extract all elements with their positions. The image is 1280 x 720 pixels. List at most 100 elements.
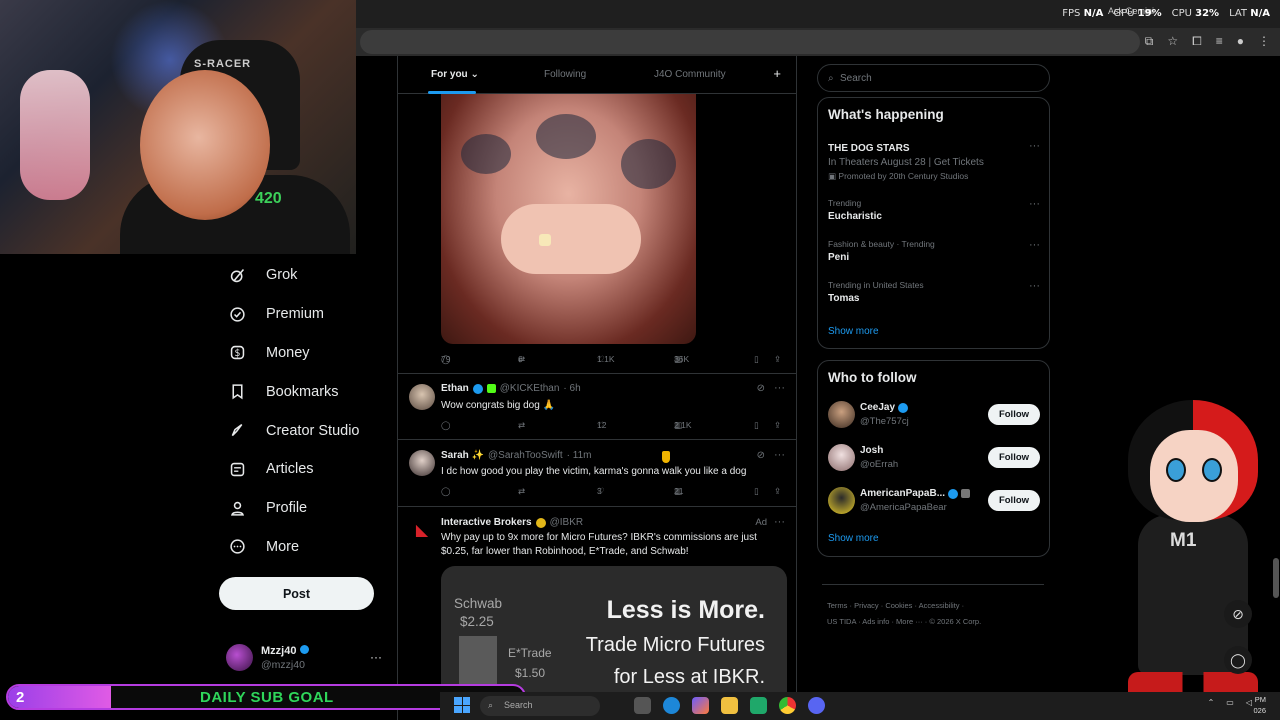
more-dots-icon[interactable]: ··· xyxy=(774,516,785,528)
nav-item-creator-studio[interactable]: Creator Studio xyxy=(220,411,390,450)
grok-icon[interactable]: ⊘ xyxy=(757,383,765,394)
follow-button[interactable]: Follow xyxy=(988,447,1040,468)
tweet-handle[interactable]: @IBKR xyxy=(550,517,584,528)
follow-name: Josh xyxy=(860,445,884,456)
chevron-up-icon[interactable]: ⌃ xyxy=(1208,698,1215,707)
verified-gold-icon xyxy=(535,517,546,528)
taskbar-clock[interactable]: PM 026 xyxy=(1253,694,1266,716)
nav-item-profile[interactable]: Profile xyxy=(220,489,390,528)
profile-avatar-icon[interactable]: ● xyxy=(1237,34,1244,49)
tweet-handle[interactable]: @SarahTooSwift xyxy=(488,450,563,461)
install-icon[interactable]: ⧉ xyxy=(1145,34,1154,49)
more-dots-icon[interactable]: ··· xyxy=(1029,198,1040,210)
tweet-time[interactable]: · 6h xyxy=(563,383,580,394)
trend-item[interactable]: THE DOG STARS In Theaters August 28 | Ge… xyxy=(828,140,1040,182)
ad-text-line: Why pay up to 9x more for Micro Futures?… xyxy=(441,532,757,543)
affiliate-badge-icon xyxy=(961,489,971,498)
scrollbar-thumb[interactable] xyxy=(1273,558,1279,598)
chrome-icon[interactable] xyxy=(779,697,796,714)
more-dots-icon[interactable]: ··· xyxy=(774,449,785,461)
follow-button[interactable]: Follow xyxy=(988,490,1040,511)
follow-suggestion[interactable]: CeeJay @The757cj Follow xyxy=(828,401,1040,431)
tweet-author[interactable]: Interactive Brokers xyxy=(441,517,532,528)
account-switcher[interactable]: Mzzj40 @mzzj40 ··· xyxy=(226,644,386,674)
mouse-cursor xyxy=(662,451,670,463)
performance-overlay: FPS N/A GPU 19% CPU 32% LAT N/A xyxy=(1062,8,1270,19)
taskbar-search[interactable]: ⌕ Search xyxy=(480,696,600,716)
task-view-icon[interactable] xyxy=(634,697,651,714)
nav-item-bookmarks[interactable]: Bookmarks xyxy=(220,372,390,411)
more-dots-icon[interactable]: ··· xyxy=(1029,239,1040,251)
address-bar[interactable] xyxy=(360,30,1140,54)
discord-icon[interactable] xyxy=(808,697,825,714)
trend-title: Eucharistic xyxy=(828,211,882,222)
footer-line[interactable]: Terms · Privacy · Cookies · Accessibilit… xyxy=(827,598,1047,614)
avatar[interactable]: ◣ xyxy=(409,517,435,543)
tab-following[interactable]: Following xyxy=(544,69,586,80)
follow-button[interactable]: Follow xyxy=(988,404,1040,425)
ad-card-price: $2.25 xyxy=(460,614,494,629)
edge-icon[interactable] xyxy=(663,697,680,714)
copilot-icon[interactable] xyxy=(692,697,709,714)
menu-icon[interactable]: ⋮ xyxy=(1258,34,1270,49)
divider xyxy=(822,584,1044,585)
bookmark-icon xyxy=(228,383,246,401)
avatar[interactable] xyxy=(828,444,855,471)
avatar[interactable] xyxy=(828,401,855,428)
nav-item-articles[interactable]: Articles xyxy=(220,450,390,489)
volume-icon[interactable]: ◁ xyxy=(1246,698,1252,707)
tweet-author[interactable]: Ethan xyxy=(441,383,469,394)
grok-icon[interactable]: ⊘ xyxy=(757,450,765,461)
article-icon xyxy=(228,460,246,478)
footer-links[interactable]: Terms · Privacy · Cookies · Accessibilit… xyxy=(827,598,1047,630)
footer-line[interactable]: US TIDA · Ads info · More ··· · © 2026 X… xyxy=(827,614,1047,630)
grok-icon[interactable]: ⊘ xyxy=(1224,600,1252,628)
trend-item[interactable]: Trending in United States Tomas ··· xyxy=(828,280,1040,304)
avatar[interactable] xyxy=(409,450,435,476)
trend-item[interactable]: Trending Eucharistic ··· xyxy=(828,198,1040,222)
follow-suggestion[interactable]: AmericanPapaB... @AmericaPapaBear Follow xyxy=(828,487,1040,517)
avatar[interactable] xyxy=(409,384,435,410)
post-actions: ◯ ⇄ ♡ 12 ▥ 2.1K ▯ ⇪ xyxy=(441,420,782,430)
post-actions: ◯ 79 ⇄ 6 ♡ 1.1K ▥ 36K ▯ ⇪ xyxy=(441,354,782,364)
xbox-icon[interactable] xyxy=(750,697,767,714)
message-icon[interactable]: ◯ xyxy=(1224,646,1252,674)
ad-card-subline: Trade Micro Futures xyxy=(585,634,765,656)
display-icon[interactable]: ▭ xyxy=(1226,698,1234,707)
add-tab-icon[interactable]: + xyxy=(773,66,781,81)
post-button[interactable]: Post xyxy=(219,577,374,610)
show-more-link[interactable]: Show more xyxy=(828,326,879,337)
search-input[interactable]: ⌕ Search xyxy=(817,64,1050,92)
file-explorer-icon[interactable] xyxy=(721,697,738,714)
tweet-sarah[interactable]: Sarah ✨ @SarahTooSwift · 11m ⊘ ··· I dc … xyxy=(398,440,796,507)
nav-item-money[interactable]: $ Money xyxy=(220,334,390,373)
tweet-ethan[interactable]: Ethan @KICKEthan · 6h ⊘ ··· Wow congrats… xyxy=(398,374,796,440)
avatar[interactable] xyxy=(828,487,855,514)
follow-handle: @AmericaPapaBear xyxy=(860,502,947,513)
trend-item[interactable]: Fashion & beauty · Trending Peni ··· xyxy=(828,239,1040,263)
extensions-icon[interactable]: ⧠ xyxy=(1192,34,1202,49)
windows-start-icon[interactable] xyxy=(454,697,470,713)
tweet-time[interactable]: · 11m xyxy=(567,450,592,461)
verified-icon xyxy=(472,383,483,394)
cpu-stat: CPU 32% xyxy=(1171,8,1220,19)
nav-item-premium[interactable]: Premium xyxy=(220,295,390,334)
tab-community[interactable]: J4O Community xyxy=(654,69,726,80)
tweet-author[interactable]: Sarah ✨ xyxy=(441,450,484,461)
tweet-handle[interactable]: @KICKEthan xyxy=(500,383,560,394)
nav-item-more[interactable]: More xyxy=(220,528,390,567)
follow-suggestion[interactable]: Josh @oErrah Follow xyxy=(828,444,1040,474)
star-icon[interactable]: ☆ xyxy=(1167,34,1178,49)
trend-title: THE DOG STARS xyxy=(828,143,910,154)
reading-list-icon[interactable]: ≡ xyxy=(1216,34,1223,49)
nav-label: Bookmarks xyxy=(266,383,339,400)
show-more-link[interactable]: Show more xyxy=(828,533,879,544)
premium-icon xyxy=(228,305,246,323)
page-scrollbar[interactable] xyxy=(1272,58,1280,698)
nav-item-grok[interactable]: Grok xyxy=(220,256,390,295)
more-dots-icon[interactable]: ··· xyxy=(774,382,785,394)
nav-label: Articles xyxy=(266,461,314,478)
tab-for-you[interactable]: For you ⌄ xyxy=(431,69,479,80)
more-dots-icon[interactable]: ··· xyxy=(1029,280,1040,292)
more-dots-icon[interactable]: ··· xyxy=(1029,140,1040,152)
